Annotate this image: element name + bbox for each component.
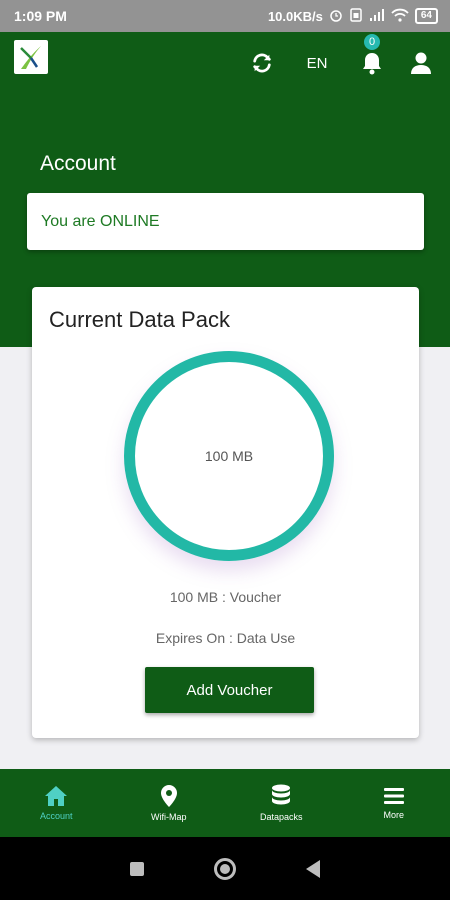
home-icon xyxy=(45,786,68,806)
connection-status-text: You are ONLINE xyxy=(41,212,160,230)
nav-item-datapacks[interactable]: Datapacks xyxy=(225,769,338,837)
nav-label-wifi-map: Wifi-Map xyxy=(151,812,187,822)
map-pin-icon xyxy=(160,785,177,807)
home-button[interactable] xyxy=(214,857,236,880)
signal-icon xyxy=(369,8,385,25)
connection-status-card: You are ONLINE xyxy=(27,193,424,250)
pack-expiry: Expires On : Data Use xyxy=(155,630,296,646)
nav-item-more[interactable]: More xyxy=(338,769,450,837)
app-logo[interactable] xyxy=(14,40,48,74)
refresh-icon xyxy=(253,53,271,73)
notification-badge: 0 xyxy=(362,32,382,52)
menu-icon xyxy=(383,788,404,804)
pack-name: 100 MB : Voucher xyxy=(169,589,282,605)
language-selector[interactable]: EN xyxy=(302,48,332,78)
android-navigation-bar xyxy=(0,837,450,900)
network-speed: 10.0KB/s xyxy=(267,8,323,24)
nav-item-wifi-map[interactable]: Wifi-Map xyxy=(113,769,226,837)
status-indicators: 10.0KB/s 64 xyxy=(267,7,438,25)
nav-label-account: Account xyxy=(39,811,73,821)
back-button[interactable] xyxy=(306,859,320,878)
database-icon xyxy=(272,784,291,805)
data-pack-title: Current Data Pack xyxy=(49,307,230,332)
nav-label-more: More xyxy=(383,810,404,820)
bottom-navigation: Account Wifi-Map Datapacks More xyxy=(0,769,450,837)
add-voucher-button[interactable]: Add Voucher xyxy=(145,667,314,713)
user-icon xyxy=(411,52,431,74)
wifi-icon xyxy=(391,8,409,25)
bell-icon xyxy=(363,53,381,75)
sim-icon xyxy=(349,7,363,25)
nav-label-datapacks: Datapacks xyxy=(259,812,303,822)
page-title: Account xyxy=(40,152,116,175)
notifications-button[interactable] xyxy=(358,48,386,78)
battery-icon: 64 xyxy=(414,8,438,24)
alarm-icon xyxy=(329,8,343,25)
data-pack-card: Current Data Pack 100 MB 100 MB : Vouche… xyxy=(32,287,419,738)
data-usage-value: 100 MB xyxy=(204,448,254,464)
recents-button[interactable] xyxy=(130,861,144,876)
status-time: 1:09 PM xyxy=(14,8,67,24)
status-bar: 1:09 PM 10.0KB/s 64 xyxy=(0,0,450,32)
profile-button[interactable] xyxy=(407,48,435,78)
refresh-button[interactable] xyxy=(249,48,275,78)
data-usage-ring: 100 MB xyxy=(124,351,334,561)
nav-item-account[interactable]: Account xyxy=(0,769,113,837)
